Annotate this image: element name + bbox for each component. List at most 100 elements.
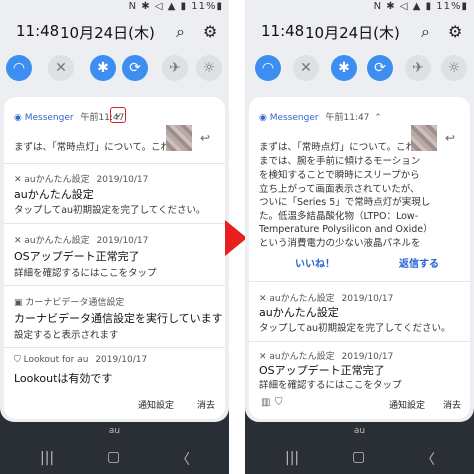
car-icon: ▣ xyxy=(14,298,26,308)
recent-apps-icon[interactable]: ||| xyxy=(285,450,299,466)
app-name: カーナビデータ通信設定 xyxy=(25,298,125,308)
message-line: という消費電力の少ない液晶パネルを xyxy=(259,238,421,249)
carrier-label: au xyxy=(108,426,121,436)
notification-shade: N ✱ ◁ ▲ ▮ 11%▮ 11:48 10月24日(木) ⌕ ⚙ ◠ ✕ ✱… xyxy=(245,0,474,422)
shield-icon: ⛉ xyxy=(14,355,24,365)
tools-icon: ✕ xyxy=(259,294,270,304)
shade-header: 11:48 10月24日(木) ⌕ ⚙ xyxy=(0,22,229,42)
mute-icon[interactable]: ✕ xyxy=(293,55,319,81)
notification-time: 午前11:47 xyxy=(325,113,370,123)
gear-icon[interactable]: ⚙ xyxy=(448,22,462,41)
notification-date: 2019/10/17 xyxy=(341,352,394,362)
messenger-notification[interactable]: ◉ Messenger 午前11:47 ⌄ まずは、「常時点灯」について。これ … xyxy=(4,97,225,159)
notification-shade: N ✱ ◁ ▲ ▮ 11%▮ 11:48 10月24日(木) ⌕ ⚙ ◠ ✕ ✱… xyxy=(0,0,229,422)
phone-screen-before: N ✱ ◁ ▲ ▮ 11%▮ 11:48 10月24日(木) ⌕ ⚙ ◠ ✕ ✱… xyxy=(0,0,229,474)
back-icon[interactable]: 〈 xyxy=(176,449,190,469)
message-line: を検知することで瞬時にスリープから xyxy=(259,170,420,181)
message-line: Temperature Polysilicon and Oxide） xyxy=(259,224,433,235)
gear-icon[interactable]: ⚙ xyxy=(203,22,217,41)
home-icon[interactable]: ▢ xyxy=(107,449,120,465)
quick-settings: ◠ ✕ ✱ ⟳ ✈ ☼ xyxy=(6,55,223,81)
date: 10月24日(木) xyxy=(60,24,155,42)
notification-settings-button[interactable]: 通知設定 xyxy=(138,398,174,411)
message-line: まずは、「常時点灯」について。これ xyxy=(259,142,416,153)
tools-icon: ✕ xyxy=(14,236,25,246)
message-line: た。低温多結晶酸化物（LTPO：Low- xyxy=(259,211,419,222)
notification-date: 2019/10/17 xyxy=(96,236,149,246)
search-icon[interactable]: ⌕ xyxy=(421,22,430,42)
notification-date: 2019/10/17 xyxy=(341,294,394,304)
avatar xyxy=(166,125,192,151)
message-line: までは、腕を手前に傾けるモーション xyxy=(259,156,421,167)
notification-panel: ◉ Messenger 午前11:47 ⌃ まずは、「常時点灯」について。これ … xyxy=(249,97,470,419)
navigation-bar: ||| ▢ 〈 xyxy=(0,446,229,474)
shade-header: 11:48 10月24日(木) ⌕ ⚙ xyxy=(245,22,474,42)
reply-button[interactable]: 返信する xyxy=(399,255,439,270)
notification-panel: ◉ Messenger 午前11:47 ⌄ まずは、「常時点灯」について。これ … xyxy=(4,97,225,419)
clock: 11:48 xyxy=(16,22,60,40)
notification-body: タップしてau初期設定を完了してください。 xyxy=(14,205,206,216)
auto-rotate-icon[interactable]: ⟳ xyxy=(367,55,393,81)
tools-icon: ✕ xyxy=(259,352,270,362)
phone-screen-after: N ✱ ◁ ▲ ▮ 11%▮ 11:48 10月24日(木) ⌕ ⚙ ◠ ✕ ✱… xyxy=(245,0,474,474)
message-line: ついに「Series 5」で常時点灯が実現し xyxy=(259,197,431,208)
bluetooth-icon[interactable]: ✱ xyxy=(331,55,357,81)
collapse-chevron-icon[interactable]: ⌃ xyxy=(374,113,382,123)
flashlight-icon[interactable]: ☼ xyxy=(196,55,222,81)
navigation-bar: ||| ▢ 〈 xyxy=(245,446,474,474)
clear-button[interactable]: 消去 xyxy=(197,398,215,411)
quick-settings: ◠ ✕ ✱ ⟳ ✈ ☼ xyxy=(251,55,468,81)
notification-title: Lookoutは有効です xyxy=(14,372,113,385)
au-setup-notification[interactable]: ✕ auかんたん設定 2019/10/17 auかんたん設定 タップしてau初期… xyxy=(4,164,225,222)
tools-icon: ▥ xyxy=(261,397,271,408)
app-name: Messenger xyxy=(24,113,74,123)
auto-rotate-icon[interactable]: ⟳ xyxy=(122,55,148,81)
notification-title: OSアップデート正常完了 xyxy=(259,364,385,377)
status-icons: N ✱ ◁ ▲ ▮ 11%▮ xyxy=(128,1,223,12)
notification-title: カーナビデータ通信設定を実行しています xyxy=(14,312,223,325)
messenger-notification-expanded[interactable]: ◉ Messenger 午前11:47 ⌃ まずは、「常時点灯」について。これ … xyxy=(249,97,470,277)
bluetooth-icon[interactable]: ✱ xyxy=(90,55,116,81)
wifi-icon[interactable]: ◠ xyxy=(255,55,281,81)
recent-apps-icon[interactable]: ||| xyxy=(40,450,54,466)
messenger-icon: ◉ xyxy=(259,113,270,123)
car-nav-notification[interactable]: ▣ カーナビデータ通信設定 カーナビデータ通信設定を実行しています 設定すると表… xyxy=(4,286,225,344)
os-update-notification[interactable]: ✕ auかんたん設定 2019/10/17 OSアップデート正常完了 詳細を確認… xyxy=(249,342,470,391)
search-icon[interactable]: ⌕ xyxy=(176,22,185,42)
status-icons: N ✱ ◁ ▲ ▮ 11%▮ xyxy=(373,1,468,12)
airplane-icon[interactable]: ✈ xyxy=(405,55,431,81)
notification-body: 詳細を確認するにはここをタップ xyxy=(14,268,157,279)
carrier-label: au xyxy=(353,426,366,436)
message-line: 立ち上がって画面表示されていたが、 xyxy=(259,184,420,195)
reply-arrow-icon[interactable]: ↩ xyxy=(200,131,210,145)
app-name: auかんたん設定 xyxy=(269,352,335,362)
flashlight-icon[interactable]: ☼ xyxy=(441,55,467,81)
status-bar: N ✱ ◁ ▲ ▮ 11%▮ xyxy=(245,0,474,14)
app-name: auかんたん設定 xyxy=(24,175,90,185)
like-button[interactable]: いいね！ xyxy=(295,255,335,270)
home-icon[interactable]: ▢ xyxy=(352,449,365,465)
airplane-icon[interactable]: ✈ xyxy=(162,55,188,81)
notification-body: 設定すると表示されます xyxy=(14,330,119,341)
mute-icon[interactable]: ✕ xyxy=(48,55,74,81)
tools-icon: ✕ xyxy=(14,175,25,185)
avatar xyxy=(411,125,437,151)
app-name: auかんたん設定 xyxy=(269,294,335,304)
au-setup-notification[interactable]: ✕ auかんたん設定 2019/10/17 auかんたん設定 タップしてau初期… xyxy=(249,282,470,338)
app-name: auかんたん設定 xyxy=(24,236,90,246)
os-update-notification[interactable]: ✕ auかんたん設定 2019/10/17 OSアップデート正常完了 詳細を確認… xyxy=(4,224,225,282)
app-name: Lookout for au xyxy=(23,355,89,365)
notification-date: 2019/10/17 xyxy=(96,175,149,185)
expand-chevron-icon[interactable]: ⌄ xyxy=(110,107,126,123)
notification-title: OSアップデート正常完了 xyxy=(14,250,140,263)
lookout-notification[interactable]: ⛉ Lookout for au 2019/10/17 Lookoutは有効です xyxy=(4,348,225,388)
reply-arrow-icon[interactable]: ↩ xyxy=(445,131,455,145)
notification-settings-button[interactable]: 通知設定 xyxy=(389,398,425,411)
notification-title: auかんたん設定 xyxy=(259,306,339,319)
clock: 11:48 xyxy=(261,22,305,40)
wifi-icon[interactable]: ◠ xyxy=(6,55,32,81)
clear-button[interactable]: 消去 xyxy=(443,398,461,411)
notification-title: auかんたん設定 xyxy=(14,188,94,201)
back-icon[interactable]: 〈 xyxy=(421,449,435,469)
transition-arrow-icon xyxy=(225,220,247,256)
